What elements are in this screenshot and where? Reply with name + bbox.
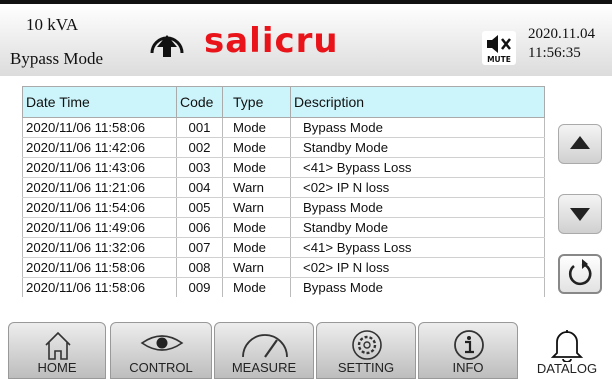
current-time: 11:56:35 bbox=[528, 45, 581, 61]
cell-datetime: 2020/11/06 11:58:06 bbox=[22, 277, 177, 297]
tab-control[interactable]: CONTROL bbox=[110, 322, 212, 379]
cell-datetime: 2020/11/06 11:58:06 bbox=[22, 117, 177, 138]
tab-setting-label: SETTING bbox=[337, 360, 395, 375]
gear-icon bbox=[352, 330, 382, 360]
cell-datetime: 2020/11/06 11:32:06 bbox=[22, 237, 177, 258]
cell-code: 006 bbox=[176, 217, 223, 238]
table-row: 2020/11/06 11:54:06 005 Warn Bypass Mode bbox=[22, 197, 545, 218]
scroll-down-button[interactable] bbox=[558, 194, 602, 234]
table-row: 2020/11/06 11:42:06 002 Mode Standby Mode bbox=[22, 137, 545, 158]
mute-icon[interactable]: MUTE bbox=[482, 31, 516, 65]
table-row: 2020/11/06 11:49:06 006 Mode Standby Mode bbox=[22, 217, 545, 238]
event-log-table: Date Time Code Type Description 2020/11/… bbox=[22, 86, 545, 308]
column-header-code: Code bbox=[176, 86, 223, 118]
tab-setting[interactable]: SETTING bbox=[316, 322, 416, 379]
column-header-type: Type bbox=[222, 86, 291, 118]
refresh-icon bbox=[568, 259, 592, 286]
cell-code: 008 bbox=[176, 257, 223, 278]
cell-description: Bypass Mode bbox=[290, 197, 545, 218]
cell-type: Warn bbox=[222, 177, 291, 198]
cell-description: Bypass Mode bbox=[290, 117, 545, 138]
cell-datetime: 2020/11/06 11:58:06 bbox=[22, 257, 177, 278]
tab-control-label: CONTROL bbox=[129, 360, 193, 375]
cell-code: 002 bbox=[176, 137, 223, 158]
table-row: 2020/11/06 11:58:06 009 Mode Bypass Mode bbox=[22, 277, 545, 297]
bell-icon bbox=[550, 330, 584, 362]
tab-home-label: HOME bbox=[37, 360, 77, 375]
tab-measure-label: MEASURE bbox=[231, 360, 297, 375]
header-bar: 10 kVA Bypass Mode salicru MUTE 2020.11.… bbox=[0, 4, 612, 76]
cell-datetime: 2020/11/06 11:43:06 bbox=[22, 157, 177, 178]
cell-datetime: 2020/11/06 11:42:06 bbox=[22, 137, 177, 158]
table-row: 2020/11/06 11:43:06 003 Mode <41> Bypass Lo… bbox=[22, 157, 545, 178]
cell-description: Standby Mode bbox=[290, 137, 545, 158]
brand-logo: salicru bbox=[204, 21, 339, 61]
cell-type: Mode bbox=[222, 217, 291, 238]
cell-code: 005 bbox=[176, 197, 223, 218]
brand-logo-icon bbox=[150, 35, 184, 57]
tab-home[interactable]: HOME bbox=[8, 322, 106, 379]
mute-label: MUTE bbox=[487, 55, 511, 64]
cell-code: 003 bbox=[176, 157, 223, 178]
bottom-nav: HOME CONTROL MEASURE SETTING INFO DATALO… bbox=[0, 314, 612, 379]
cell-description: <41> Bypass Loss bbox=[290, 157, 545, 178]
cell-description: <02> IP N loss bbox=[290, 177, 545, 198]
cell-description: Bypass Mode bbox=[290, 277, 545, 297]
cell-type: Mode bbox=[222, 237, 291, 258]
home-icon bbox=[45, 331, 71, 360]
cell-type: Warn bbox=[222, 257, 291, 278]
cell-description: <41> Bypass Loss bbox=[290, 237, 545, 258]
gauge-icon bbox=[242, 334, 288, 358]
cell-description: Standby Mode bbox=[290, 217, 545, 238]
cell-description: <02> IP N loss bbox=[290, 257, 545, 278]
table-header-row: Date Time Code Type Description bbox=[22, 86, 545, 118]
tab-info-label: INFO bbox=[452, 360, 484, 375]
cell-datetime: 2020/11/06 11:49:06 bbox=[22, 217, 177, 238]
refresh-button[interactable] bbox=[558, 254, 602, 294]
column-header-datetime: Date Time bbox=[22, 86, 177, 118]
arrow-down-icon bbox=[570, 208, 590, 221]
cell-type: Mode bbox=[222, 157, 291, 178]
cell-datetime: 2020/11/06 11:54:06 bbox=[22, 197, 177, 218]
cell-code: 001 bbox=[176, 117, 223, 138]
ups-mode: Bypass Mode bbox=[10, 49, 104, 68]
arrow-up-icon bbox=[570, 136, 590, 149]
cell-datetime: 2020/11/06 11:21:06 bbox=[22, 177, 177, 198]
info-icon bbox=[454, 330, 484, 360]
cell-type: Warn bbox=[222, 197, 291, 218]
tab-info[interactable]: INFO bbox=[418, 322, 518, 379]
cell-type: Mode bbox=[222, 277, 291, 297]
tab-datalog-label: DATALOG bbox=[536, 361, 598, 376]
cell-type: Mode bbox=[222, 137, 291, 158]
column-header-description: Description bbox=[290, 86, 545, 118]
table-row: 2020/11/06 11:21:06 004 Warn <02> IP N loss bbox=[22, 177, 545, 198]
tab-measure[interactable]: MEASURE bbox=[214, 322, 314, 379]
cell-code: 009 bbox=[176, 277, 223, 297]
eye-icon bbox=[140, 335, 184, 351]
cell-code: 007 bbox=[176, 237, 223, 258]
cell-type: Mode bbox=[222, 117, 291, 138]
current-date: 2020.11.04 bbox=[528, 26, 595, 42]
table-row: 2020/11/06 11:58:06 001 Mode Bypass Mode bbox=[22, 117, 545, 138]
scroll-up-button[interactable] bbox=[558, 124, 602, 164]
table-row: 2020/11/06 11:58:06 008 Warn <02> IP N loss bbox=[22, 257, 545, 278]
table-row: 2020/11/06 11:32:06 007 Mode <41> Bypass Lo… bbox=[22, 237, 545, 258]
ups-model: 10 kVA bbox=[26, 15, 79, 34]
tab-datalog[interactable]: DATALOG bbox=[522, 322, 612, 379]
cell-code: 004 bbox=[176, 177, 223, 198]
